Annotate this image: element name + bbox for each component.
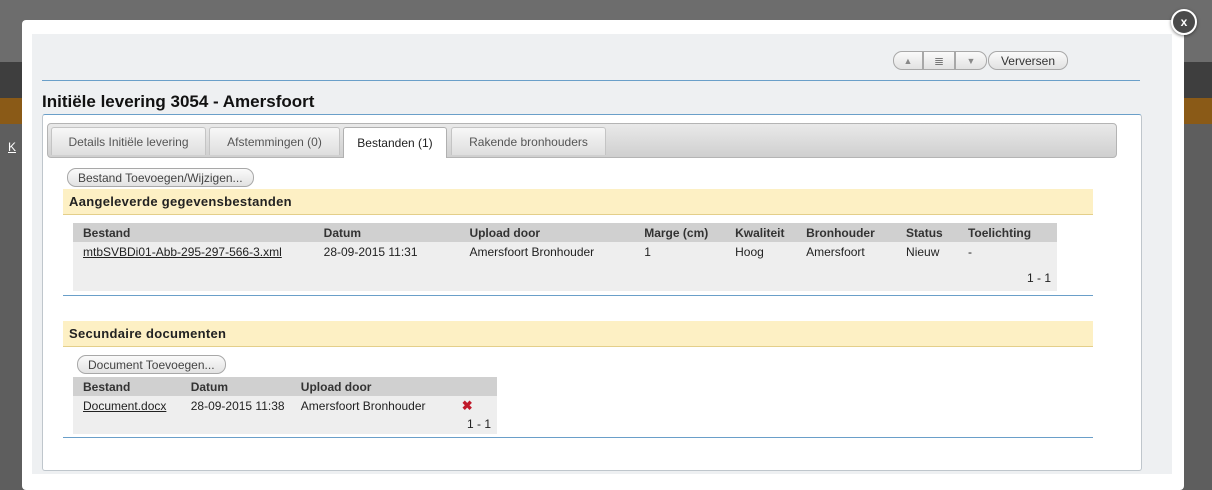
table-header-row: Bestand Datum Upload door [73,377,497,396]
modal-dialog: ▲ ≣ ▼ Verversen Initiële levering 3054 -… [22,20,1184,490]
column-header: Bronhouder [796,223,897,242]
table-header-row: Bestand Datum Upload door Marge (cm) Kwa… [73,223,1057,242]
column-header: Kwaliteit [725,223,797,242]
column-header [451,377,497,396]
refresh-button[interactable]: Verversen [987,51,1068,70]
documents-table: Bestand Datum Upload door Document.docx … [73,377,497,415]
files-section-header: Aangeleverde gegevensbestanden [63,189,1093,215]
tab-details[interactable]: Details Initiële levering [51,127,206,155]
add-edit-file-button[interactable]: Bestand Toevoegen/Wijzigen... [67,168,254,187]
files-section-divider [63,295,1093,296]
record-navigation: ▲ ≣ ▼ Verversen [892,51,1068,70]
triangle-up-icon: ▲ [903,55,913,66]
column-header: Datum [180,377,291,396]
uploader-cell: Amersfoort Bronhouder [469,244,595,259]
title-divider [42,80,1140,81]
record-list-button[interactable]: ≣ [922,51,955,70]
documents-section-divider [63,437,1093,438]
column-header: Bestand [73,377,181,396]
note-cell: - [967,244,972,259]
tab-bestanden[interactable]: Bestanden (1) [343,127,447,158]
column-header: Marge (cm) [634,223,726,242]
secondary-section-header: Secundaire documenten [63,321,1093,347]
page-title: Initiële levering 3054 - Amersfoort [42,92,315,111]
list-icon: ≣ [933,53,944,68]
documents-pager: 1 - 1 [466,417,491,431]
documents-table-container: Bestand Datum Upload door Document.docx … [73,377,497,434]
files-table: Bestand Datum Upload door Marge (cm) Kwa… [73,223,1057,261]
background-link-fragment: K [8,140,17,154]
column-header: Datum [313,223,460,242]
column-header: Upload door [459,223,635,242]
source-holder-cell: Amersfoort [806,244,865,259]
status-cell: Nieuw [906,244,940,259]
column-header: Bestand [73,223,314,242]
close-icon[interactable]: x [1171,9,1197,35]
tab-bar: Details Initiële levering Afstemmingen (… [47,123,1117,158]
quality-cell: Hoog [735,244,764,259]
next-record-button[interactable]: ▼ [954,51,987,70]
margin-cell: 1 [644,244,651,259]
files-table-container: Bestand Datum Upload door Marge (cm) Kwa… [73,223,1057,291]
uploader-cell: Amersfoort Bronhouder [300,398,426,413]
tab-afstemmingen[interactable]: Afstemmingen (0) [209,127,340,155]
table-row: Document.docx 28-09-2015 11:38 Amersfoor… [73,396,497,415]
file-link[interactable]: mtbSVBDi01-Abb-295-297-566-3.xml [73,242,314,261]
document-link[interactable]: Document.docx [73,396,181,415]
tab-rakende-bronhouders[interactable]: Rakende bronhouders [451,127,606,155]
delete-icon[interactable]: ✖ [462,398,473,413]
table-row: mtbSVBDi01-Abb-295-297-566-3.xml 28-09-2… [73,242,1057,261]
column-header: Status [896,223,958,242]
date-cell: 28-09-2015 11:38 [190,398,285,413]
tabs-panel: Details Initiële levering Afstemmingen (… [42,114,1142,471]
add-document-button[interactable]: Document Toevoegen... [77,355,226,374]
triangle-down-icon: ▼ [966,55,976,66]
previous-record-button[interactable]: ▲ [892,51,923,70]
column-header: Toelichting [957,223,1057,242]
files-pager: 1 - 1 [1026,271,1051,285]
date-cell: 28-09-2015 11:31 [323,244,418,259]
modal-content: ▲ ≣ ▼ Verversen Initiële levering 3054 -… [32,34,1172,474]
column-header: Upload door [290,377,452,396]
delete-cell: ✖ [452,396,497,415]
